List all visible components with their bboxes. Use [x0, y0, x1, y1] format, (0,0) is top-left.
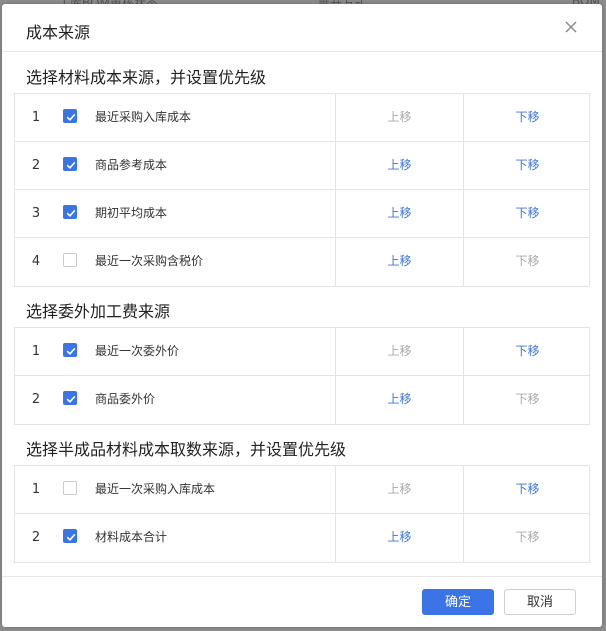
- confirm-button[interactable]: 确定: [422, 589, 494, 615]
- row-number: 1: [31, 110, 41, 125]
- row-number: 3: [31, 206, 41, 221]
- checkbox-checked[interactable]: [63, 391, 77, 405]
- dialog-footer: 确定 取消: [2, 576, 602, 627]
- checkbox-checked[interactable]: [63, 343, 77, 357]
- table-row: 2 商品委外价 上移 下移: [15, 376, 589, 424]
- move-up-link[interactable]: 上移: [335, 238, 463, 286]
- section-title-material-cost: 选择材料成本来源，并设置优先级: [26, 68, 267, 87]
- source-label: 最近一次采购入库成本: [95, 482, 216, 496]
- row-number: 2: [31, 530, 41, 545]
- table-row: 4 最近一次采购含税价 上移 下移: [15, 238, 589, 286]
- table-outsource-fee: 1 最近一次委外价 上移 下移 2 商品委外价 上移 下移: [14, 327, 590, 425]
- move-down-link: 下移: [463, 376, 591, 424]
- source-label: 商品委外价: [95, 392, 156, 406]
- source-label: 商品参考成本: [95, 158, 168, 172]
- move-up-link: 上移: [335, 466, 463, 513]
- source-label: 最近一次采购含税价: [95, 254, 204, 268]
- move-down-link[interactable]: 下移: [463, 190, 591, 237]
- section-title-outsource-fee: 选择委外加工费来源: [26, 302, 171, 321]
- move-down-link: 下移: [463, 514, 591, 562]
- table-material-cost: 1 最近采购入库成本 上移 下移 2 商品参考成本 上移 下移 3 期初平均成本 上移 下移 4 最近一次…: [14, 93, 590, 287]
- cost-source-dialog: 成本来源 选择材料成本来源，并设置优先级 1 最近采购入库成本 上移 下移 2 商品参考成…: [2, 4, 602, 627]
- row-number: 4: [31, 254, 41, 269]
- row-number: 1: [31, 482, 41, 497]
- source-label: 最近采购入库成本: [95, 110, 192, 124]
- table-semi-finished-cost: 1 最近一次采购入库成本 上移 下移 2 材料成本合计 上移 下移: [14, 465, 590, 563]
- row-number: 1: [31, 344, 41, 359]
- checkmark-icon: [66, 533, 76, 541]
- table-row: 1 最近一次委外价 上移 下移: [15, 328, 589, 376]
- checkmark-icon: [66, 395, 76, 403]
- checkmark-icon: [66, 161, 76, 169]
- checkmark-icon: [66, 347, 76, 355]
- move-down-link[interactable]: 下移: [463, 94, 591, 141]
- table-row: 2 材料成本合计 上移 下移: [15, 514, 589, 562]
- section-title-semi-finished-cost: 选择半成品材料成本取数来源，并设置优先级: [26, 440, 347, 459]
- move-up-link[interactable]: 上移: [335, 142, 463, 189]
- checkbox-unchecked[interactable]: [63, 481, 77, 495]
- checkbox-checked[interactable]: [63, 529, 77, 543]
- source-label: 最近一次委外价: [95, 344, 180, 358]
- row-number: 2: [31, 392, 41, 407]
- table-row: 1 最近一次采购入库成本 上移 下移: [15, 466, 589, 514]
- table-row: 3 期初平均成本 上移 下移: [15, 190, 589, 238]
- source-label: 材料成本合计: [95, 530, 168, 544]
- move-down-link[interactable]: 下移: [463, 142, 591, 189]
- move-down-link[interactable]: 下移: [463, 328, 591, 375]
- checkbox-checked[interactable]: [63, 205, 77, 219]
- move-down-link: 下移: [463, 238, 591, 286]
- move-up-link: 上移: [335, 94, 463, 141]
- checkmark-icon: [66, 113, 76, 121]
- close-icon[interactable]: [562, 18, 580, 36]
- source-label: 期初平均成本: [95, 206, 168, 220]
- table-row: 2 商品参考成本 上移 下移: [15, 142, 589, 190]
- checkmark-icon: [66, 209, 76, 217]
- checkbox-checked[interactable]: [63, 157, 77, 171]
- move-up-link[interactable]: 上移: [335, 190, 463, 237]
- move-up-link[interactable]: 上移: [335, 514, 463, 562]
- row-number: 2: [31, 158, 41, 173]
- table-row: 1 最近采购入库成本 上移 下移: [15, 94, 589, 142]
- dialog-title: 成本来源: [26, 23, 91, 42]
- dialog-header: 成本来源: [2, 4, 602, 52]
- checkbox-unchecked[interactable]: [63, 253, 77, 267]
- checkbox-checked[interactable]: [63, 109, 77, 123]
- move-down-link[interactable]: 下移: [463, 466, 591, 513]
- move-up-link: 上移: [335, 328, 463, 375]
- cancel-button[interactable]: 取消: [504, 589, 576, 615]
- move-up-link[interactable]: 上移: [335, 376, 463, 424]
